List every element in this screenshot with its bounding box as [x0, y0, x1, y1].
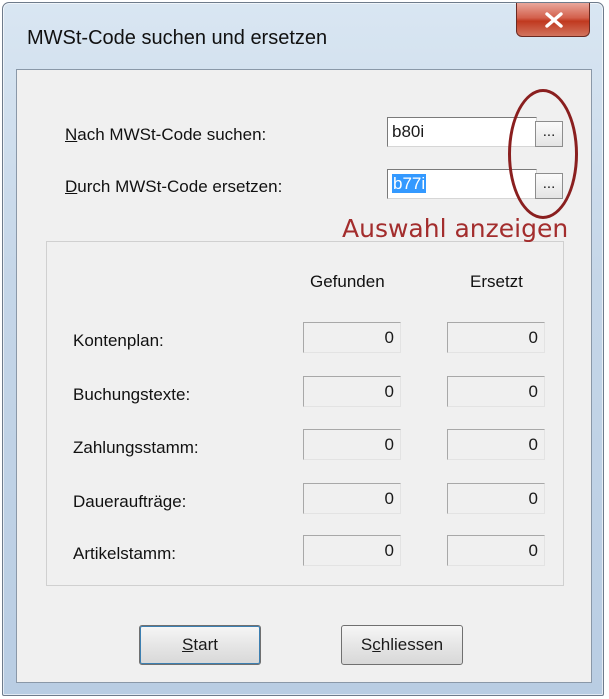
row-label-zahlungsstamm: Zahlungsstamm:: [73, 438, 199, 457]
replaced-value-dauerauftraege: 0: [447, 483, 545, 514]
found-value-dauerauftraege: 0: [303, 483, 401, 514]
replaced-value-kontenplan: 0: [447, 322, 545, 353]
row-label-kontenplan: Kontenplan:: [73, 331, 164, 350]
replaced-value-artikelstamm: 0: [447, 535, 545, 566]
replaced-value-buchungstexte: 0: [447, 376, 545, 407]
row-label-artikelstamm: Artikelstamm:: [73, 544, 176, 563]
annotation-text: Auswahl anzeigen: [342, 214, 569, 243]
close-icon: [545, 12, 563, 28]
search-code-label: Nach MWSt-Code suchen:: [65, 125, 267, 144]
found-value-artikelstamm: 0: [303, 535, 401, 566]
found-value-buchungstexte: 0: [303, 376, 401, 407]
found-value-zahlungsstamm: 0: [303, 429, 401, 460]
row-label-dauerauftraege: Daueraufträge:: [73, 492, 187, 511]
replaced-value-zahlungsstamm: 0: [447, 429, 545, 460]
replace-code-label: Durch MWSt-Code ersetzen:: [65, 177, 283, 196]
results-group: Gefunden Ersetzt Kontenplan: 0 0 Buchung…: [46, 241, 564, 586]
replaced-column-header: Ersetzt: [470, 272, 523, 291]
close-button[interactable]: [516, 3, 590, 37]
found-column-header: Gefunden: [310, 272, 385, 291]
row-label-buchungstexte: Buchungstexte:: [73, 385, 191, 404]
annotation-highlight-ellipse: [508, 89, 578, 219]
dialog-window: MWSt-Code suchen und ersetzen Nach MWSt-…: [2, 2, 604, 696]
close-dialog-button[interactable]: Schliessen: [341, 625, 463, 665]
start-button[interactable]: Start: [139, 625, 261, 665]
found-value-kontenplan: 0: [303, 322, 401, 353]
window-title: MWSt-Code suchen und ersetzen: [27, 27, 328, 49]
